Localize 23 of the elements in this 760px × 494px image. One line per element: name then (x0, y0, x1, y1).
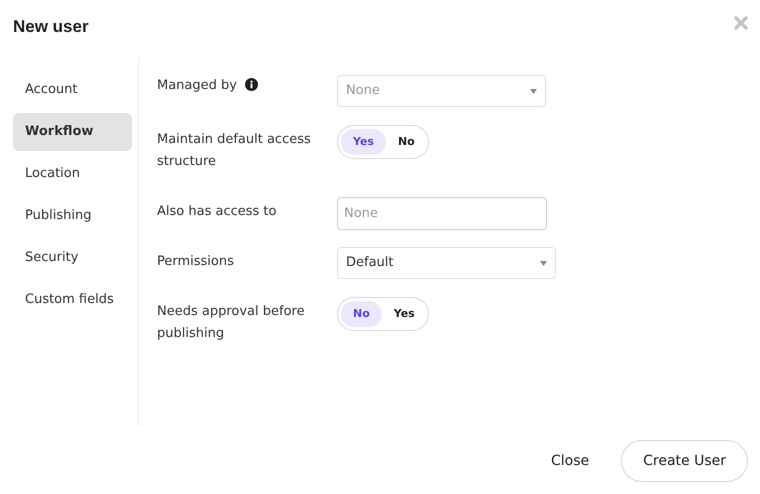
dialog-title: New user (13, 16, 89, 38)
create-user-button[interactable]: Create User (621, 440, 748, 482)
toggle-option[interactable]: Yes (384, 301, 425, 327)
toggle-option[interactable]: Yes (341, 129, 386, 155)
sidebar-tab[interactable]: Location (13, 155, 132, 193)
toggle-option[interactable]: No (341, 301, 382, 327)
caret-icon (530, 88, 537, 94)
caret-icon (540, 260, 547, 266)
sidebar-tab[interactable]: Publishing (13, 197, 132, 235)
input-field[interactable]: None (337, 197, 547, 230)
close-button[interactable]: Close (550, 450, 590, 472)
toggle-option[interactable]: No (388, 129, 425, 155)
field-label: Permissions (157, 253, 235, 271)
sidebar-tab[interactable]: Security (13, 239, 132, 277)
field-label: Needs approval before publishing (157, 303, 306, 343)
sidebar-tab[interactable]: Account (13, 71, 132, 109)
field-label: Maintain default access structure (157, 131, 312, 171)
sidebar-tab[interactable]: Workflow (13, 113, 132, 151)
sidebar-tab[interactable]: Custom fields (13, 281, 132, 319)
field-label: Also has access to (157, 203, 278, 221)
info-icon[interactable] (244, 78, 258, 91)
field-label: Managed by (157, 77, 237, 95)
select-field[interactable]: Default (337, 247, 556, 279)
